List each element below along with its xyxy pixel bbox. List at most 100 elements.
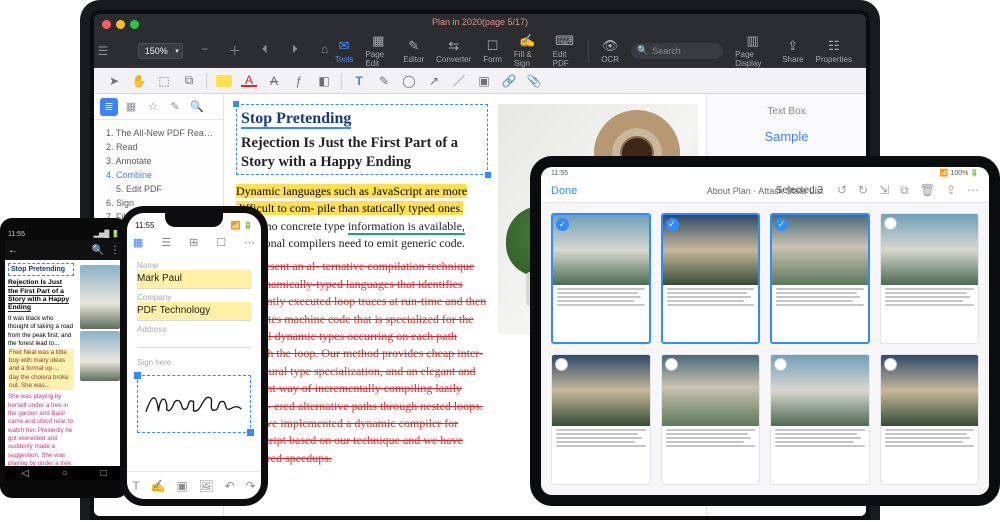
zoom-out-icon[interactable]: − xyxy=(195,42,215,59)
bookmarks-tab-icon[interactable]: ☆ xyxy=(144,98,162,116)
properties-button[interactable]: ☷Properties xyxy=(816,38,852,64)
bookmark-icon[interactable]: ☐ xyxy=(216,236,226,249)
home-icon[interactable]: ⌂ xyxy=(315,42,335,59)
home-nav-icon[interactable]: ○ xyxy=(62,468,68,479)
outline-icon[interactable]: ☰ xyxy=(161,236,171,249)
next-page-icon[interactable]: ⏵ xyxy=(285,42,305,59)
iphone-form[interactable]: Name Mark Paul Company PDF Technology Ad… xyxy=(127,253,261,471)
check-icon: ✓ xyxy=(556,218,569,231)
shape-tool-icon[interactable]: ◯ xyxy=(401,73,417,89)
stamp-tool-icon[interactable]: ▣ xyxy=(476,73,492,89)
back-icon[interactable]: ← xyxy=(8,245,18,256)
page-thumbnail[interactable]: ✓5 xyxy=(551,354,651,485)
outline-item[interactable]: 5. Edit PDF xyxy=(100,182,217,196)
underlined-text: information is available, xyxy=(348,219,465,235)
selected-text-box[interactable]: Stop Pretending Rejection Is Just the Fi… xyxy=(236,104,488,175)
page-thumbnail[interactable]: ✓8 xyxy=(880,354,980,485)
view-mode-icon[interactable]: ⊞ xyxy=(189,236,198,249)
company-field[interactable]: PDF Technology xyxy=(137,302,251,321)
android-status-icons: ▂▅█ 🔋 xyxy=(94,230,120,238)
iphone-device: 11:55 📶 🔋 ▦ ☰ ⊞ ☐ ⋯ Name Mark Paul Compa… xyxy=(120,206,268,506)
more-icon[interactable]: ⋯ xyxy=(244,236,255,249)
ocr-button[interactable]: 👁OCR xyxy=(601,38,619,64)
strike-tool-icon[interactable]: A xyxy=(266,73,282,89)
thumbnails-icon[interactable]: ▦ xyxy=(133,236,143,249)
page-thumbnail[interactable]: ✓4 xyxy=(880,213,980,344)
pen-tool-icon[interactable]: ƒ xyxy=(291,73,307,89)
doc-heading-2: Rejection Is Just the First Part of a St… xyxy=(241,134,483,172)
check-icon: ✓ xyxy=(666,218,679,231)
recents-nav-icon[interactable]: □ xyxy=(101,468,107,479)
zoom-in-icon[interactable]: ＋ xyxy=(225,42,245,59)
ocr-icon: 👁 xyxy=(602,38,619,54)
attach-tool-icon[interactable]: 📎 xyxy=(526,73,542,89)
name-field[interactable]: Mark Paul xyxy=(137,270,251,289)
share-button[interactable]: ⇪Share xyxy=(782,38,803,64)
search-tab-icon[interactable]: 🔍 xyxy=(188,98,206,116)
undo-icon[interactable]: ↶ xyxy=(225,479,235,493)
thumbnails-tab-icon[interactable]: ▦ xyxy=(122,98,140,116)
page-thumbnail[interactable]: ✓2 xyxy=(661,213,761,344)
form-icon: ☐ xyxy=(487,38,499,54)
company-label: Company xyxy=(137,293,251,302)
address-field[interactable] xyxy=(137,334,251,348)
mode-fill-sign[interactable]: ✍Fill & Sign xyxy=(514,33,541,68)
prev-page-icon[interactable]: ⏴ xyxy=(255,42,275,59)
mode-converter[interactable]: ⇆Converter xyxy=(436,38,471,64)
doc-heading-2: Rejection Is Just the First Part of a St… xyxy=(8,279,74,312)
editor-icon: ✎ xyxy=(408,38,419,54)
ipad-status-icons: 📶 100% 🔋 xyxy=(940,169,979,177)
page-display-icon: ▥ xyxy=(747,33,759,49)
outline-tab-icon[interactable]: ≣ xyxy=(100,98,118,116)
signature-box[interactable] xyxy=(137,375,251,433)
android-document[interactable]: Stop Pretending Rejection Is Just the Fi… xyxy=(5,260,123,466)
sidebar-toggle-icon[interactable]: ☰ xyxy=(94,44,112,58)
image-tool-icon[interactable]: 🖼 xyxy=(199,479,214,493)
mode-page-edit[interactable]: ▦Page Edit xyxy=(365,33,391,68)
stamp-tool-icon[interactable]: ▣ xyxy=(176,479,187,493)
mode-editor[interactable]: ✎Editor xyxy=(403,38,424,64)
search-icon[interactable]: 🔍 xyxy=(92,245,104,256)
page-thumbnail[interactable]: ✓3 xyxy=(770,213,870,344)
arrow-tool-icon[interactable]: ↗ xyxy=(426,73,442,89)
link-tool-icon[interactable]: 🔗 xyxy=(501,73,517,89)
rect-select-icon[interactable]: ⬚ xyxy=(156,73,172,89)
outline-item[interactable]: 2. Read xyxy=(100,140,217,154)
note-tool-icon[interactable]: ✎ xyxy=(376,73,392,89)
window-titlebar: Plan in 2020(page 5/17) xyxy=(94,14,866,34)
page-thumbnail[interactable]: ✓6 xyxy=(661,354,761,485)
text-tool-icon[interactable]: T xyxy=(132,479,139,493)
android-status-bar: 11:55 ▂▅█ 🔋 xyxy=(5,228,123,240)
text-tool-icon[interactable]: T xyxy=(351,73,367,89)
signature-tool-icon[interactable]: ✍ xyxy=(151,479,166,493)
page-thumbnail[interactable]: ✓1 xyxy=(551,213,651,344)
more-icon[interactable]: ⋮ xyxy=(110,245,120,256)
eraser-tool-icon[interactable]: ◧ xyxy=(316,73,332,89)
snapshot-icon[interactable]: ⧉ xyxy=(181,73,197,89)
back-nav-icon[interactable]: ◁ xyxy=(21,468,29,479)
signature-icon xyxy=(142,384,245,423)
android-toolbar: ← 🔍 ⋮ xyxy=(5,240,123,260)
zoom-select[interactable]: 150% xyxy=(138,43,183,59)
underline-tool-icon[interactable]: A xyxy=(241,75,257,87)
highlighted-text: day the cholera broke out. She was... xyxy=(8,374,74,391)
mode-tools[interactable]: ✉Tools xyxy=(335,38,354,64)
outline-item[interactable]: 1. The All-New PDF Reader Pro xyxy=(100,126,217,140)
mode-form[interactable]: ☐Form xyxy=(483,38,502,64)
pointer-tool-icon[interactable]: ➤ xyxy=(106,73,122,89)
outline-item[interactable]: 3. Annotate xyxy=(100,154,217,168)
outline-item[interactable]: 4. Combine xyxy=(100,168,217,182)
document-title: Plan in 2020(page 5/17) xyxy=(94,17,866,27)
android-nav-bar: ◁ ○ □ xyxy=(5,466,123,480)
page-thumbnail[interactable]: ✓7 xyxy=(770,354,870,485)
sign-label: Sign here xyxy=(137,358,251,367)
hand-tool-icon[interactable]: ✋ xyxy=(131,73,147,89)
annotations-tab-icon[interactable]: ✎ xyxy=(166,98,184,116)
highlight-tool-icon[interactable] xyxy=(216,73,232,89)
search-input[interactable]: Search xyxy=(631,43,723,59)
iphone-header: ▦ ☰ ⊞ ☐ ⋯ xyxy=(127,231,261,253)
redo-icon[interactable]: ↷ xyxy=(245,479,255,493)
mode-edit-pdf[interactable]: ⌨Edit PDF xyxy=(553,33,577,68)
page-display-button[interactable]: ▥Page Display xyxy=(735,33,770,68)
line-tool-icon[interactable]: ／ xyxy=(451,73,467,89)
